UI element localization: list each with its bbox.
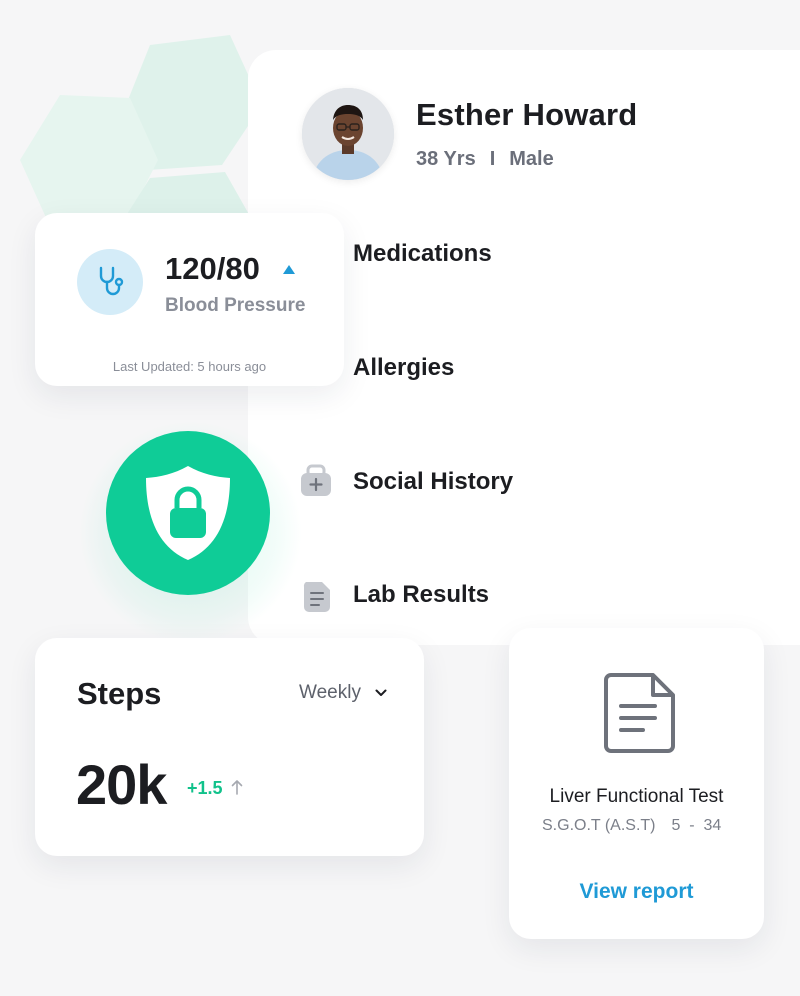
person-avatar-icon (302, 88, 394, 180)
menu-item-medications[interactable]: Medications (353, 240, 492, 268)
shield-lock-icon (146, 466, 230, 560)
lab-test-name: S.G.O.T (A.S.T) (542, 817, 656, 834)
patient-name: Esther Howard (416, 97, 638, 132)
stethoscope-icon-circle (77, 249, 143, 315)
lab-test-range: S.G.O.T (A.S.T) 5 - 34 (542, 817, 721, 835)
steps-card: Steps Weekly 20k +1.5 (35, 638, 424, 856)
menu-item-allergies[interactable]: Allergies (353, 354, 454, 382)
menu-item-social-history[interactable]: Social History (353, 468, 513, 496)
medical-bag-icon (301, 464, 331, 496)
avatar[interactable] (302, 88, 394, 180)
period-dropdown[interactable]: Weekly (299, 682, 387, 704)
menu-item-lab-results[interactable]: Lab Results (353, 581, 489, 609)
blood-pressure-value: 120/80 (165, 251, 260, 286)
lab-result-card: Liver Functional Test S.G.O.T (A.S.T) 5 … (509, 628, 764, 939)
steps-value: 20k (76, 753, 167, 816)
steps-change: +1.5 (187, 778, 223, 798)
patient-gender: Male (509, 148, 554, 170)
security-badge[interactable] (106, 431, 270, 595)
view-report-link[interactable]: View report (509, 880, 764, 904)
meta-separator: I (489, 148, 496, 170)
arrow-up-icon (231, 780, 243, 795)
last-updated-text: Last Updated: 5 hours ago (112, 359, 267, 374)
lab-test-title: Liver Functional Test (549, 786, 724, 807)
trend-up-icon (283, 265, 295, 274)
chevron-down-icon (375, 689, 387, 696)
lab-report-icon (604, 673, 675, 753)
lab-test-reference: 5 - 34 (671, 817, 722, 834)
blood-pressure-card[interactable]: 120/80 Blood Pressure Last Updated: 5 ho… (35, 213, 344, 386)
patient-meta: 38 Yrs I Male (416, 148, 554, 171)
blood-pressure-label: Blood Pressure (165, 295, 306, 316)
document-icon (303, 582, 330, 612)
steps-title: Steps (77, 676, 162, 711)
stethoscope-icon (99, 266, 124, 296)
period-dropdown-value: Weekly (299, 682, 361, 703)
patient-age: 38 Yrs (416, 148, 476, 170)
